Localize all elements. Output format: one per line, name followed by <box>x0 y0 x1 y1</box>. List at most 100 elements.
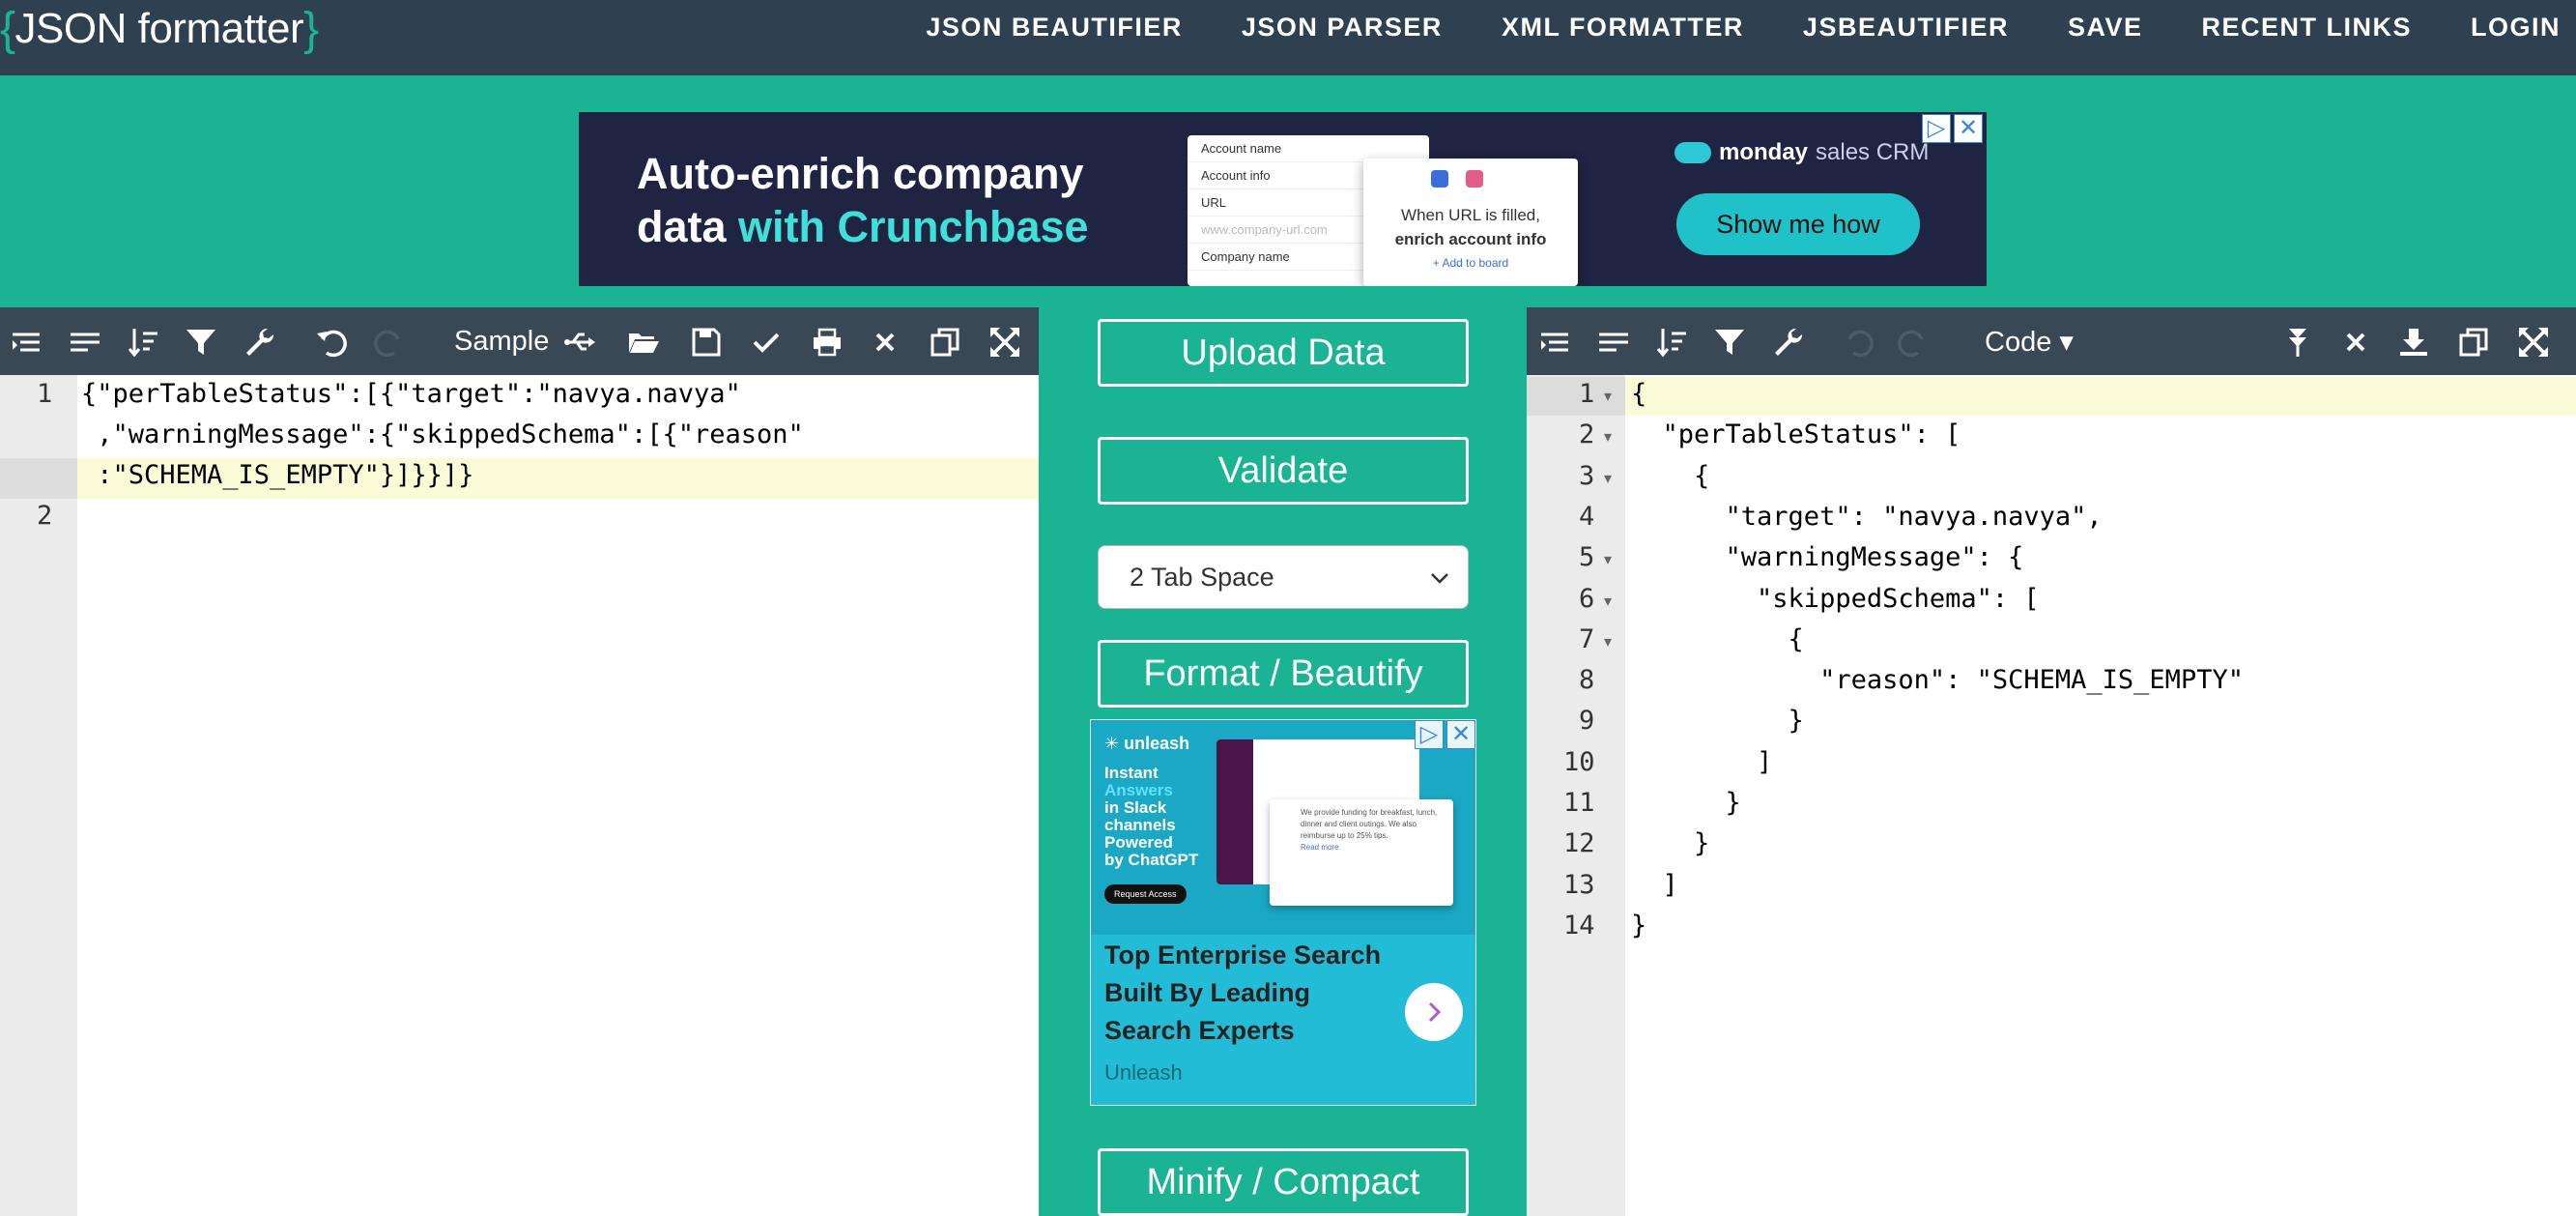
fold-toggle-icon[interactable]: ▾ <box>1604 632 1612 651</box>
app-icon <box>1431 170 1448 188</box>
copy-icon[interactable] <box>2456 325 2491 360</box>
link-icon[interactable] <box>562 325 597 360</box>
ad-info-icon[interactable]: ▷ <box>1922 114 1951 143</box>
chevron-right-icon[interactable] <box>1405 983 1463 1041</box>
site-logo[interactable]: { JSON formatter } <box>0 0 319 58</box>
monday-logo-icon <box>1674 142 1711 163</box>
nav-xml-formatter[interactable]: XML FORMATTER <box>1502 13 1744 43</box>
output-editor-toolbar: Code ▾ <box>1527 307 2576 375</box>
fold-toggle-icon[interactable]: ▾ <box>1604 592 1612 611</box>
fold-toggle-icon[interactable]: ▾ <box>1604 469 1612 488</box>
output-code-line[interactable]: } <box>1631 911 1646 941</box>
output-code-line[interactable]: "warningMessage": { <box>1631 542 2024 572</box>
sample-button[interactable]: Sample <box>454 307 549 375</box>
format-beautify-button[interactable]: Format / Beautify <box>1098 640 1469 708</box>
output-code-line[interactable]: { <box>1631 379 1646 409</box>
nav-json-parser[interactable]: JSON PARSER <box>1242 13 1443 43</box>
output-editor[interactable]: Code ▾ 1 ▾ {2 ▾ "perTableStatus": [3 ▾ {4 "t… <box>1527 307 2576 1216</box>
output-code-line[interactable]: } <box>1631 828 1709 858</box>
ad-close-icon[interactable]: ✕ <box>1954 114 1983 143</box>
sort-icon[interactable] <box>1654 325 1689 360</box>
line-number: 11 <box>1563 788 1595 818</box>
undo-icon <box>1841 325 1875 360</box>
format-icon[interactable] <box>1538 325 1573 360</box>
ad-badges: ▷ ✕ <box>1922 114 1983 143</box>
ad-headline-plain: data <box>637 202 739 251</box>
nav-login[interactable]: LOGIN <box>2471 13 2561 43</box>
input-editor-toolbar: Sample <box>0 307 1039 375</box>
expand-all-icon[interactable] <box>2280 325 2315 360</box>
format-icon[interactable] <box>10 325 44 360</box>
chevron-down-icon <box>1431 573 1448 584</box>
side-ad[interactable]: ✳ unleash Instant Answers in Slack chann… <box>1090 719 1476 1106</box>
nav-json-beautifier[interactable]: JSON BEAUTIFIER <box>926 13 1183 43</box>
output-code-line[interactable]: "skippedSchema": [ <box>1631 584 2040 614</box>
output-code-line[interactable]: ] <box>1631 747 1772 777</box>
compact-icon[interactable] <box>68 325 102 360</box>
side-ad-read-more: Read more <box>1301 843 1339 852</box>
wrench-icon[interactable] <box>1770 325 1805 360</box>
validate-check-icon[interactable] <box>749 325 784 360</box>
line-number: 6 <box>1579 583 1595 614</box>
clear-icon[interactable] <box>2338 325 2373 360</box>
ad-headline-line2: data with Crunchbase <box>637 200 1089 253</box>
upload-data-button[interactable]: Upload Data <box>1098 319 1469 387</box>
ad-info-icon[interactable]: ▷ <box>1415 720 1444 749</box>
side-ad-brand: ✳ unleash <box>1104 734 1190 753</box>
output-code-line[interactable]: "perTableStatus": [ <box>1631 420 1961 449</box>
line-number: 5 <box>1579 542 1595 573</box>
side-ad-graphic: ✳ unleash Instant Answers in Slack chann… <box>1091 720 1475 935</box>
line-number: 4 <box>1579 501 1595 532</box>
output-code-line[interactable]: { <box>1631 461 1709 491</box>
indent-select[interactable]: 2 Tab Space <box>1098 545 1469 609</box>
line-number: 14 <box>1563 910 1595 941</box>
sort-icon[interactable] <box>126 325 160 360</box>
nav-jsbeautifier[interactable]: JSBEAUTIFIER <box>1803 13 2009 43</box>
fold-toggle-icon[interactable]: ▾ <box>1604 427 1612 447</box>
input-editor[interactable]: Sample 1 2 {"perTableStatus":[{"target":… <box>0 307 1039 1216</box>
nav-save[interactable]: SAVE <box>2068 13 2143 43</box>
ad-mock-tip-line2: enrich account info <box>1394 230 1547 248</box>
side-ad-brand-text: unleash <box>1124 734 1190 753</box>
side-ad-advertiser: Unleash <box>1104 1060 1183 1085</box>
fold-toggle-icon[interactable]: ▾ <box>1604 387 1612 406</box>
input-code-line[interactable]: ,"warningMessage":{"skippedSchema":[{"re… <box>81 420 804 449</box>
line-number: 1 <box>37 379 53 409</box>
output-code-line[interactable]: } <box>1631 788 1741 818</box>
side-ad-message: We provide funding for breakfast, lunch,… <box>1301 808 1438 840</box>
download-icon[interactable] <box>2396 325 2431 360</box>
logo-text: JSON formatter <box>14 5 304 52</box>
banner-ad[interactable]: Auto-enrich company data with Crunchbase… <box>579 112 1987 286</box>
input-code-line[interactable]: :"SCHEMA_IS_EMPTY"}]}}]} <box>81 460 473 490</box>
fold-toggle-icon[interactable]: ▾ <box>1604 550 1612 569</box>
wrench-icon[interactable] <box>242 325 276 360</box>
line-number: 3 <box>1579 460 1595 491</box>
output-code-line[interactable]: "target": "navya.navya", <box>1631 502 2103 532</box>
minify-compact-button[interactable]: Minify / Compact <box>1098 1148 1469 1216</box>
side-ad-badges: ▷ ✕ <box>1415 720 1475 749</box>
open-folder-icon[interactable] <box>626 325 661 360</box>
save-icon[interactable] <box>689 325 724 360</box>
output-code-line[interactable]: ] <box>1631 870 1678 900</box>
validate-button[interactable]: Validate <box>1098 437 1469 505</box>
filter-icon[interactable] <box>1712 325 1747 360</box>
fullscreen-icon[interactable] <box>2516 325 2551 360</box>
clear-icon[interactable] <box>868 325 902 360</box>
output-code-line[interactable]: } <box>1631 706 1804 736</box>
logo-brace-close: } <box>303 3 319 55</box>
copy-icon[interactable] <box>928 325 962 360</box>
output-code-line[interactable]: "reason": "SCHEMA_IS_EMPTY" <box>1631 665 2244 695</box>
undo-icon[interactable] <box>314 325 349 360</box>
filter-icon[interactable] <box>184 325 218 360</box>
mode-dropdown[interactable]: Code ▾ <box>1985 307 2074 375</box>
ad-headline-highlight: with Crunchbase <box>738 202 1089 251</box>
compact-icon[interactable] <box>1596 325 1631 360</box>
ad-cta-button[interactable]: Show me how <box>1676 193 1920 255</box>
input-code-line[interactable]: {"perTableStatus":[{"target":"navya.navy… <box>81 379 741 409</box>
nav-recent-links[interactable]: RECENT LINKS <box>2201 13 2412 43</box>
ad-close-icon[interactable]: ✕ <box>1446 720 1475 749</box>
fullscreen-icon[interactable] <box>987 325 1022 360</box>
output-code-line[interactable]: { <box>1631 624 1804 654</box>
print-icon[interactable] <box>810 325 844 360</box>
line-number: 7 <box>1579 623 1595 654</box>
